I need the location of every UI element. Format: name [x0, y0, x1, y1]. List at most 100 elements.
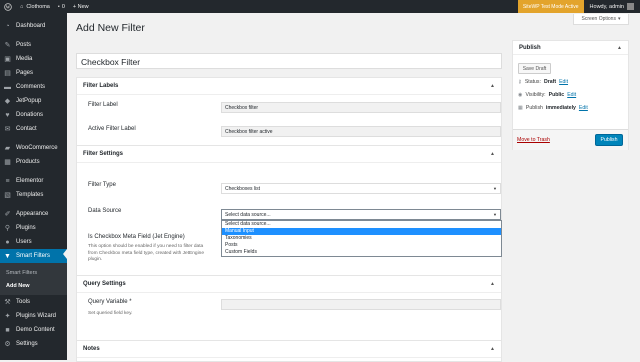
- sidebar-item-woocommerce[interactable]: ▰ WooCommerce: [0, 141, 67, 155]
- publish-box: Publish ▲ Save Draft ⚷ Status: Draft Edi…: [512, 40, 629, 150]
- filter-label-input[interactable]: Checkbox filter: [221, 102, 501, 113]
- sidebar-item-posts[interactable]: ✎ Posts: [0, 38, 67, 52]
- move-to-trash-link[interactable]: Move to Trash: [517, 137, 550, 143]
- new-label: + New: [72, 3, 89, 10]
- sidebar-item-settings[interactable]: ⚙ Settings: [0, 337, 67, 351]
- post-status: ⚷ Status: Draft Edit: [518, 79, 568, 85]
- status-label: Status:: [524, 79, 541, 85]
- sidebar-item-jetpopup[interactable]: ◆ JetPopup: [0, 94, 67, 108]
- sidebar-item-demo-content[interactable]: ■ Demo Content: [0, 323, 67, 337]
- wrench-icon: ⚒: [4, 298, 11, 306]
- edit-schedule-link[interactable]: Edit: [579, 105, 588, 111]
- sidebar-item-label: Appearance: [16, 211, 49, 217]
- sidebar-item-contact[interactable]: ✉ Contact: [0, 122, 67, 136]
- edit-visibility-link[interactable]: Edit: [567, 92, 576, 98]
- publish-actions: Move to Trash Publish: [513, 129, 628, 150]
- new-content-link[interactable]: + New: [69, 0, 93, 13]
- sidebar-item-donations[interactable]: ♥ Donations: [0, 108, 67, 122]
- filter-title-input[interactable]: Checkbox Filter: [76, 53, 502, 69]
- sidebar-item-label: Pages: [16, 70, 34, 76]
- products-icon: ▦: [4, 158, 11, 166]
- publish-header[interactable]: Publish ▲: [513, 41, 628, 55]
- query-variable-input[interactable]: [221, 299, 501, 310]
- filter-type-select[interactable]: Checkboxes list ▼: [221, 183, 501, 194]
- dropdown-option[interactable]: Posts: [222, 242, 501, 249]
- chevron-down-icon: ▼: [493, 212, 497, 217]
- dropdown-option[interactable]: Taxonomies: [222, 235, 501, 242]
- sidebar-item-templates[interactable]: ▧ Templates: [0, 188, 67, 202]
- demo-icon: ■: [5, 326, 10, 334]
- dropdown-option[interactable]: Custom Fields: [222, 249, 501, 256]
- sidebar-item-label: JetPopup: [16, 98, 42, 104]
- filter-type-label: Filter Type: [88, 182, 116, 188]
- post-visibility: ◉ Visibility: Public Edit: [518, 92, 576, 98]
- dropdown-option[interactable]: Select data source...: [222, 221, 501, 228]
- sidebar-item-dashboard[interactable]: ◔ Dashboard: [0, 19, 67, 33]
- data-source-dropdown: Select data source... Manual Input Taxon…: [221, 220, 502, 257]
- box-title: Publish: [519, 44, 541, 51]
- edit-status-link[interactable]: Edit: [559, 79, 568, 85]
- key-icon: ⚷: [518, 79, 522, 85]
- sidebar-item-appearance[interactable]: ✐ Appearance: [0, 207, 67, 221]
- collapse-toggle-icon[interactable]: ▲: [490, 281, 495, 287]
- sidebar-item-products[interactable]: ▦ Products: [0, 155, 67, 169]
- pin-icon: ✎: [4, 41, 11, 49]
- collapse-toggle-icon[interactable]: ▲: [617, 45, 622, 51]
- publish-schedule-label: Publish: [525, 105, 543, 111]
- sidebar-item-elementor[interactable]: ≡ Elementor: [0, 174, 67, 188]
- publish-schedule-value: immediately: [545, 105, 576, 111]
- filter-label-label: Filter Label: [88, 102, 118, 108]
- submenu-item-smart-filters[interactable]: Smart Filters: [0, 266, 67, 279]
- meta-field-description: This option should be enabled if you nee…: [88, 244, 204, 262]
- publish-button[interactable]: Publish: [595, 134, 623, 146]
- sidebar-item-media[interactable]: ▣ Media: [0, 52, 67, 66]
- sidebar-item-label: Plugins Wizard: [16, 313, 57, 319]
- sidebar-item-label: Posts: [16, 42, 32, 48]
- notes-header[interactable]: Notes ▲: [77, 341, 501, 358]
- page-title: Add New Filter: [76, 22, 145, 34]
- media-icon: ▣: [4, 55, 11, 63]
- collapse-toggle-icon[interactable]: ▲: [490, 151, 495, 157]
- data-source-value: Select data source...: [225, 211, 271, 218]
- sidebar-item-label: Media: [16, 56, 33, 62]
- settings-icon: ⚙: [4, 340, 11, 348]
- meta-field-label: Is Checkbox Meta Field (Jet Engine): [88, 234, 185, 240]
- test-mode-badge[interactable]: SiteWP Test Mode Active: [517, 0, 584, 13]
- comment-icon: ▪: [57, 3, 60, 10]
- query-settings-header[interactable]: Query Settings ▲: [77, 276, 501, 293]
- admin-sidebar: ◔ Dashboard ✎ Posts ▣ Media ▤ Pages ▬ Comment…: [0, 13, 67, 360]
- wizard-icon: ✦: [4, 312, 11, 320]
- site-name-link[interactable]: ⌂ Clothoma: [16, 0, 54, 13]
- sidebar-item-plugins[interactable]: ⚲ Plugins: [0, 221, 67, 235]
- sidebar-item-users[interactable]: ● Users: [0, 235, 67, 249]
- collapse-toggle-icon[interactable]: ▲: [490, 346, 495, 352]
- wordpress-logo-icon[interactable]: W: [0, 0, 16, 13]
- filter-labels-header[interactable]: Filter Labels ▲: [77, 78, 501, 95]
- sidebar-item-pages[interactable]: ▤ Pages: [0, 66, 67, 80]
- sidebar-item-tools[interactable]: ⚒ Tools: [0, 295, 67, 309]
- data-source-select[interactable]: Select data source... ▼: [221, 209, 501, 220]
- dropdown-option-highlighted[interactable]: Manual Input: [222, 228, 501, 235]
- sidebar-item-label: Plugins: [16, 225, 36, 231]
- active-filter-label-input[interactable]: Checkbox filter active: [221, 126, 501, 137]
- data-source-label: Data Source: [88, 208, 122, 214]
- page-icon: ▤: [4, 69, 11, 77]
- filter-icon: ▼: [4, 252, 11, 260]
- submenu-item-add-new[interactable]: Add New: [0, 279, 67, 292]
- save-draft-button[interactable]: Save Draft: [518, 63, 551, 74]
- comments-link[interactable]: ▪ 0: [54, 0, 69, 13]
- filter-settings-header[interactable]: Filter Settings ▲: [77, 146, 501, 163]
- avatar: [627, 3, 634, 10]
- screen-options-button[interactable]: Screen Options ▾: [573, 14, 629, 25]
- collapse-toggle-icon[interactable]: ▲: [490, 83, 495, 89]
- visibility-value: Public: [548, 92, 565, 98]
- active-filter-label-label: Active Filter Label: [88, 126, 136, 132]
- account-menu[interactable]: Howdy, admin: [584, 3, 640, 10]
- sidebar-item-label: Products: [16, 159, 40, 165]
- sidebar-item-plugins-wizard[interactable]: ✦ Plugins Wizard: [0, 309, 67, 323]
- sidebar-item-smart-filters[interactable]: ▼ Smart Filters: [0, 249, 67, 263]
- sidebar-item-comments[interactable]: ▬ Comments: [0, 80, 67, 94]
- plugin-icon: ⚲: [4, 224, 11, 232]
- sidebar-item-label: Comments: [16, 84, 46, 90]
- admin-bar: W ⌂ Clothoma ▪ 0 + New SiteWP Test Mode …: [0, 0, 640, 13]
